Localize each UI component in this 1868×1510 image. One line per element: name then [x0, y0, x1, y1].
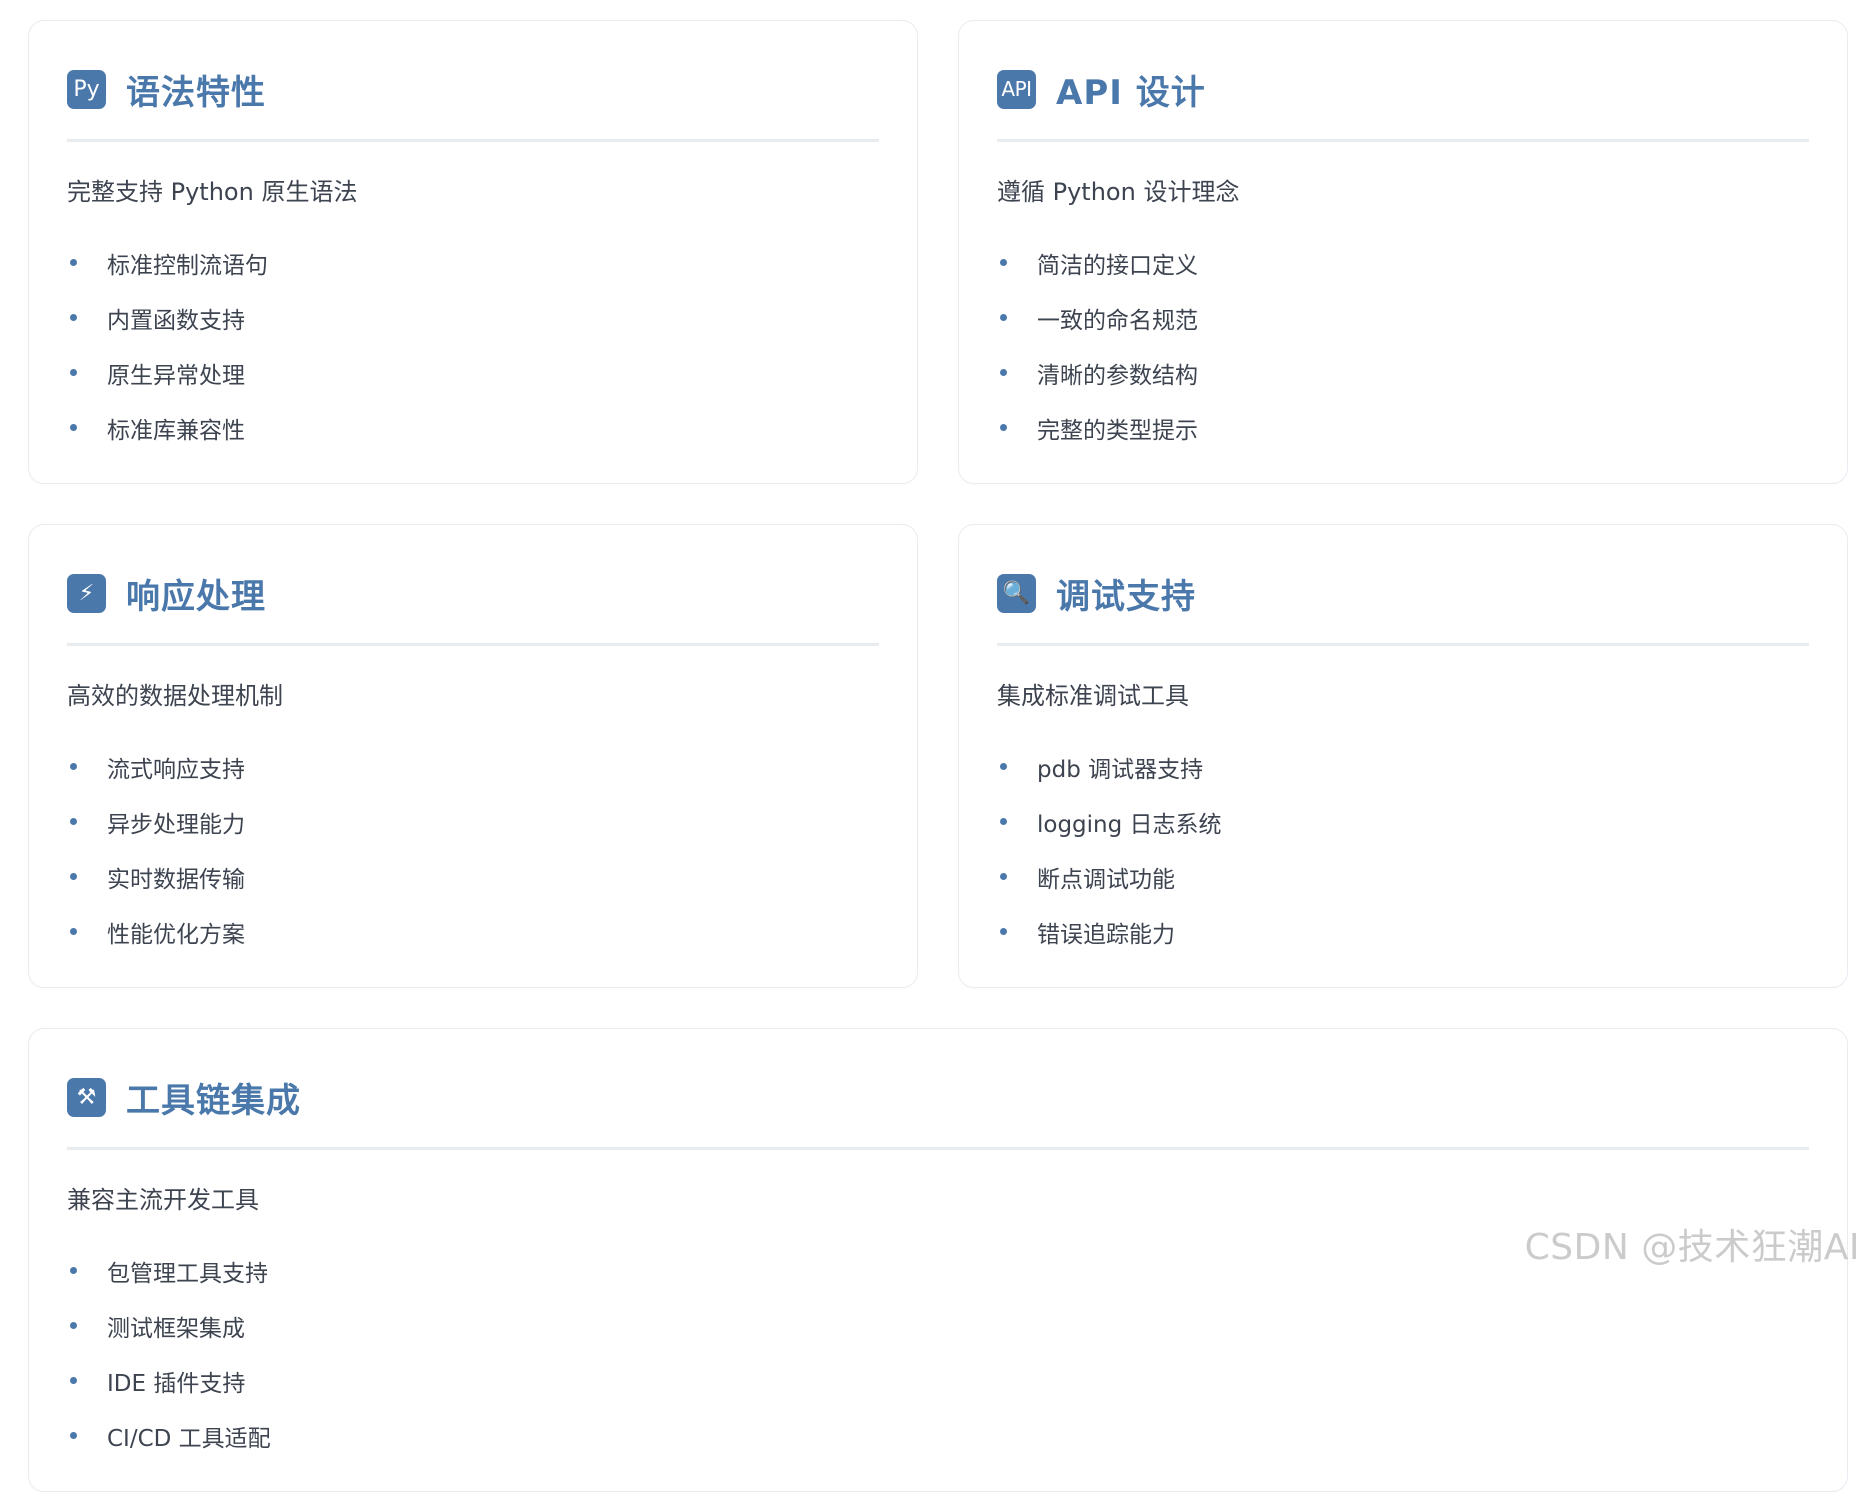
bullet-icon: [70, 873, 77, 880]
card-header: ⚡ 响应处理: [67, 567, 879, 619]
tools-icon: ⚒: [67, 1077, 106, 1117]
feature-card-api: API API 设计 遵循 Python 设计理念 简洁的接口定义 一致的命名规…: [958, 20, 1848, 484]
card-subtitle: 完整支持 Python 原生语法: [67, 178, 358, 206]
bullet-icon: [1000, 424, 1007, 431]
list-item: 断点调试功能: [997, 849, 1809, 904]
feature-list: 标准控制流语句 内置函数支持 原生异常处理 标准库兼容性: [67, 235, 879, 455]
card-subtitle: 高效的数据处理机制: [67, 682, 283, 710]
list-item: IDE 插件支持: [67, 1353, 1809, 1408]
python-icon: Py: [67, 69, 106, 109]
list-item-label: 包管理工具支持: [107, 1260, 268, 1287]
feature-list: 简洁的接口定义 一致的命名规范 清晰的参数结构 完整的类型提示: [997, 235, 1809, 455]
divider: [67, 643, 879, 646]
card-title: 语法特性: [126, 72, 266, 113]
card-header: API API 设计: [997, 63, 1809, 115]
list-item: 流式响应支持: [67, 739, 879, 794]
card-title: 调试支持: [1056, 576, 1196, 617]
bullet-icon: [70, 314, 77, 321]
card-title: API 设计: [1056, 72, 1206, 113]
card-title: 工具链集成: [126, 1080, 301, 1121]
list-item-label: 标准控制流语句: [107, 252, 268, 279]
list-item-label: 测试框架集成: [107, 1315, 245, 1342]
feature-card-debug: 🔍 调试支持 集成标准调试工具 pdb 调试器支持 logging 日志系统 断…: [958, 524, 1848, 988]
list-item: 异步处理能力: [67, 794, 879, 849]
bullet-icon: [70, 1267, 77, 1274]
feature-list: 流式响应支持 异步处理能力 实时数据传输 性能优化方案: [67, 739, 879, 959]
lightning-icon: ⚡: [67, 573, 106, 613]
list-item: 简洁的接口定义: [997, 235, 1809, 290]
list-item-label: IDE 插件支持: [107, 1370, 246, 1397]
feature-card-response: ⚡ 响应处理 高效的数据处理机制 流式响应支持 异步处理能力 实时数据传输 性能…: [28, 524, 918, 988]
bullet-icon: [70, 1432, 77, 1439]
bullet-icon: [70, 1377, 77, 1384]
bullet-icon: [1000, 928, 1007, 935]
card-subtitle: 集成标准调试工具: [997, 682, 1189, 710]
bullet-icon: [70, 424, 77, 431]
bullet-icon: [70, 818, 77, 825]
list-item: 实时数据传输: [67, 849, 879, 904]
api-icon: API: [997, 69, 1036, 109]
list-item-label: 流式响应支持: [107, 756, 245, 783]
list-item-label: pdb 调试器支持: [1037, 756, 1204, 783]
magnifier-icon: 🔍: [997, 573, 1036, 613]
bullet-icon: [70, 259, 77, 266]
list-item-label: 错误追踪能力: [1037, 921, 1175, 948]
list-item: 一致的命名规范: [997, 290, 1809, 345]
bullet-icon: [70, 928, 77, 935]
list-item-label: 简洁的接口定义: [1037, 252, 1198, 279]
divider: [67, 1147, 1809, 1150]
list-item: 测试框架集成: [67, 1298, 1809, 1353]
list-item: 清晰的参数结构: [997, 345, 1809, 400]
bullet-icon: [1000, 818, 1007, 825]
divider: [997, 643, 1809, 646]
list-item: 标准控制流语句: [67, 235, 879, 290]
list-item: 原生异常处理: [67, 345, 879, 400]
card-subtitle: 遵循 Python 设计理念: [997, 178, 1240, 206]
list-item-label: 断点调试功能: [1037, 866, 1175, 893]
list-item: logging 日志系统: [997, 794, 1809, 849]
list-item-label: 一致的命名规范: [1037, 307, 1198, 334]
bullet-icon: [70, 369, 77, 376]
bullet-icon: [1000, 259, 1007, 266]
card-header: 🔍 调试支持: [997, 567, 1809, 619]
card-title: 响应处理: [126, 576, 266, 617]
list-item-label: 标准库兼容性: [107, 417, 245, 444]
feature-list: 包管理工具支持 测试框架集成 IDE 插件支持 CI/CD 工具适配: [67, 1243, 1809, 1463]
feature-card-syntax: Py 语法特性 完整支持 Python 原生语法 标准控制流语句 内置函数支持 …: [28, 20, 918, 484]
list-item-label: 内置函数支持: [107, 307, 245, 334]
bullet-icon: [1000, 763, 1007, 770]
bullet-icon: [70, 763, 77, 770]
feature-grid: Py 语法特性 完整支持 Python 原生语法 标准控制流语句 内置函数支持 …: [28, 20, 1848, 1492]
list-item-label: 性能优化方案: [107, 921, 245, 948]
bullet-icon: [1000, 369, 1007, 376]
list-item-label: 完整的类型提示: [1037, 417, 1198, 444]
bullet-icon: [1000, 873, 1007, 880]
list-item-label: logging 日志系统: [1037, 811, 1222, 838]
card-header: Py 语法特性: [67, 63, 879, 115]
list-item: 标准库兼容性: [67, 400, 879, 455]
list-item: 错误追踪能力: [997, 904, 1809, 959]
list-item: 完整的类型提示: [997, 400, 1809, 455]
list-item: CI/CD 工具适配: [67, 1408, 1809, 1463]
list-item: 性能优化方案: [67, 904, 879, 959]
list-item-label: CI/CD 工具适配: [107, 1425, 271, 1452]
feature-list: pdb 调试器支持 logging 日志系统 断点调试功能 错误追踪能力: [997, 739, 1809, 959]
page: Py 语法特性 完整支持 Python 原生语法 标准控制流语句 内置函数支持 …: [0, 0, 1868, 1510]
card-header: ⚒ 工具链集成: [67, 1071, 1809, 1123]
bullet-icon: [1000, 314, 1007, 321]
list-item-label: 原生异常处理: [107, 362, 245, 389]
divider: [997, 139, 1809, 142]
list-item-label: 异步处理能力: [107, 811, 245, 838]
divider: [67, 139, 879, 142]
watermark: CSDN @技术狂潮AI: [1524, 1227, 1860, 1268]
list-item: 内置函数支持: [67, 290, 879, 345]
bullet-icon: [70, 1322, 77, 1329]
list-item-label: 实时数据传输: [107, 866, 245, 893]
card-subtitle: 兼容主流开发工具: [67, 1186, 259, 1214]
list-item: pdb 调试器支持: [997, 739, 1809, 794]
list-item-label: 清晰的参数结构: [1037, 362, 1198, 389]
